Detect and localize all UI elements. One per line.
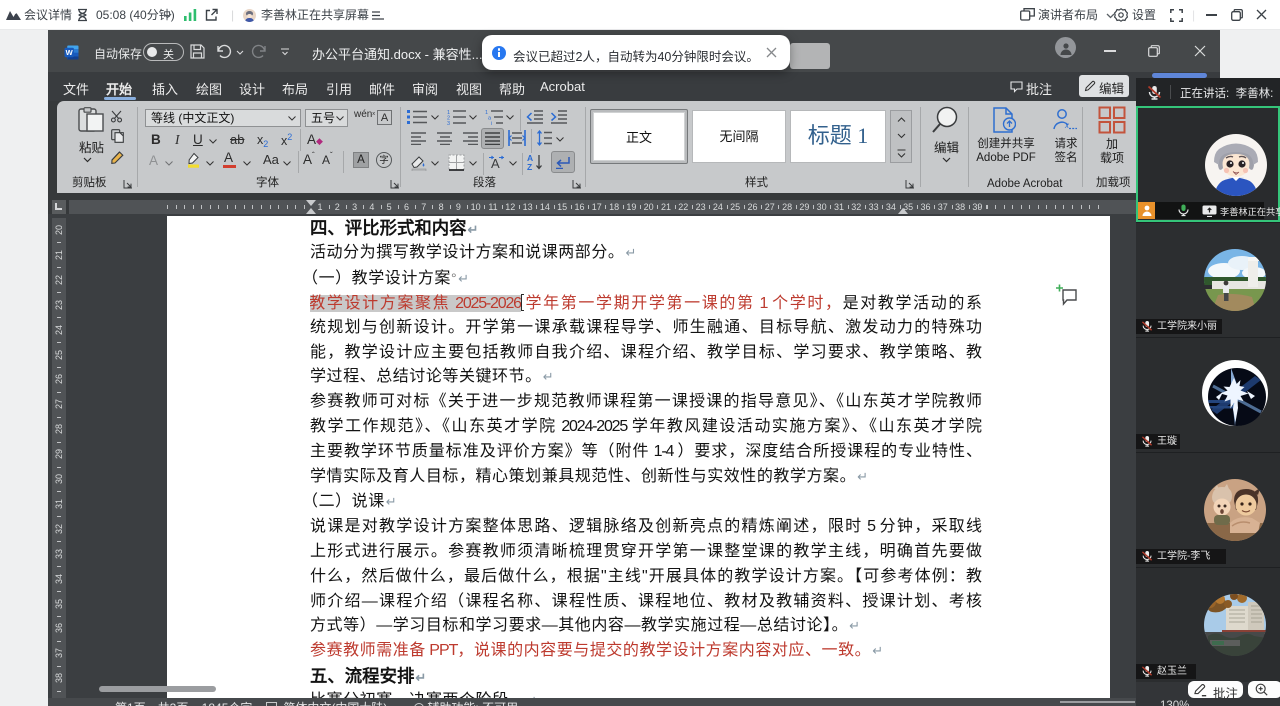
svg-text:3: 3	[447, 121, 450, 125]
svg-text:i: i	[491, 121, 492, 125]
svg-text:Z: Z	[527, 162, 532, 171]
svg-text:W: W	[66, 48, 74, 57]
